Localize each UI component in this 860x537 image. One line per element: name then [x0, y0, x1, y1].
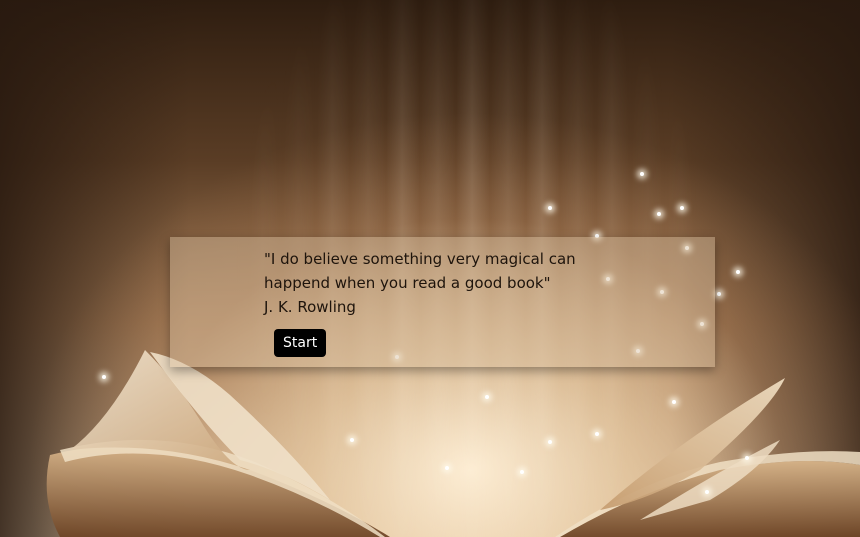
quote-text: "I do believe something very magical can… [264, 250, 576, 292]
sparkle [657, 212, 661, 216]
sparkle [350, 438, 354, 442]
page: "I do believe something very magical can… [0, 0, 860, 537]
sparkle [717, 292, 721, 296]
sparkle [102, 375, 106, 379]
sparkle [445, 466, 449, 470]
sparkle [520, 470, 524, 474]
quote-author: J. K. Rowling [264, 298, 356, 316]
sparkle [705, 490, 709, 494]
sparkle [548, 206, 552, 210]
sparkle [548, 440, 552, 444]
sparkle [672, 400, 676, 404]
sparkle [595, 432, 599, 436]
sparkle [485, 395, 489, 399]
sparkle [640, 172, 644, 176]
start-button[interactable]: Start [274, 329, 327, 357]
sparkle [680, 206, 684, 210]
sparkle [736, 270, 740, 274]
sparkle [745, 456, 749, 460]
quote-card: "I do believe something very magical can… [170, 237, 715, 367]
